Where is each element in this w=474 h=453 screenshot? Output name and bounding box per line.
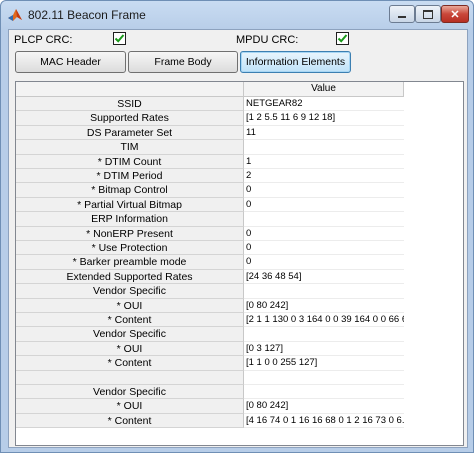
- table-row: [16, 370, 463, 385]
- table-row: * Partial Virtual Bitmap 0: [16, 197, 463, 213]
- mpdu-crc-label: MPDU CRC:: [236, 34, 299, 46]
- value-cell[interactable]: [244, 140, 404, 155]
- table-row: Extended Supported Rates [24 36 48 54]: [16, 269, 463, 285]
- table-row: * DTIM Count 1: [16, 154, 463, 169]
- row-header: Supported Rates: [16, 111, 244, 126]
- row-header: * Partial Virtual Bitmap: [16, 197, 244, 213]
- value-cell[interactable]: [0 80 242]: [244, 299, 404, 313]
- table-row: * OUI [0 3 127]: [16, 341, 463, 357]
- table-row: * Bitmap Control 0: [16, 183, 463, 198]
- tab-frame-body[interactable]: Frame Body: [128, 51, 238, 73]
- close-button[interactable]: ✕: [441, 5, 469, 23]
- value-cell[interactable]: [1 1 0 0 255 127]: [244, 356, 404, 371]
- row-header: * Content: [16, 413, 244, 429]
- window-title: 802.11 Beacon Frame: [28, 8, 146, 22]
- information-elements-table[interactable]: Value SSID NETGEAR82 Supported Rates [1 2 5…: [15, 81, 464, 446]
- value-cell[interactable]: [0 80 242]: [244, 399, 404, 414]
- tab-information-elements[interactable]: Information Elements: [240, 51, 351, 73]
- row-header: Vendor Specific: [16, 385, 244, 400]
- table-row: * Barker preamble mode 0: [16, 255, 463, 270]
- row-header: * Content: [16, 313, 244, 328]
- table-row: ERP Information: [16, 212, 463, 227]
- row-header: TIM: [16, 140, 244, 155]
- checkmark-icon: [114, 34, 125, 43]
- value-cell[interactable]: [244, 371, 404, 385]
- row-header: DS Parameter Set: [16, 125, 244, 141]
- row-header: [16, 370, 244, 385]
- header-corner: [16, 82, 244, 97]
- table-row: Supported Rates [1 2 5.5 11 6 9 12 18]: [16, 111, 463, 126]
- row-header: * Barker preamble mode: [16, 255, 244, 270]
- table-row: Vendor Specific: [16, 284, 463, 299]
- table-row: * OUI [0 80 242]: [16, 399, 463, 414]
- checkmark-icon: [337, 34, 348, 43]
- row-header: Vendor Specific: [16, 284, 244, 299]
- table-row: * Use Protection 0: [16, 241, 463, 256]
- row-header: * Content: [16, 356, 244, 371]
- mpdu-crc-checkbox[interactable]: [336, 32, 349, 45]
- value-column-header[interactable]: Value: [244, 82, 404, 97]
- value-cell[interactable]: 1: [244, 155, 404, 169]
- table-row: * Content [4 16 74 0 1 16 16 68 0 1 2 16 …: [16, 413, 463, 429]
- value-cell[interactable]: NETGEAR82: [244, 97, 404, 112]
- value-cell[interactable]: [4 16 74 0 1 16 16 68 0 1 2 16 73 0 6...: [244, 414, 404, 429]
- maximize-icon: [423, 9, 433, 19]
- value-cell[interactable]: [244, 385, 404, 400]
- row-header: Vendor Specific: [16, 327, 244, 342]
- table-row: * Content [2 1 1 130 0 3 164 0 0 39 164 0…: [16, 313, 463, 328]
- tab-mac-header[interactable]: MAC Header: [15, 51, 126, 73]
- table-row: TIM: [16, 140, 463, 155]
- matlab-icon: [7, 7, 23, 23]
- table-row: Vendor Specific: [16, 327, 463, 342]
- row-header: ERP Information: [16, 212, 244, 227]
- minimize-icon: [398, 16, 406, 18]
- value-cell[interactable]: [0 3 127]: [244, 342, 404, 357]
- value-cell[interactable]: 0: [244, 255, 404, 270]
- value-cell[interactable]: [1 2 5.5 11 6 9 12 18]: [244, 111, 404, 126]
- row-header: Extended Supported Rates: [16, 269, 244, 285]
- row-header: * NonERP Present: [16, 226, 244, 241]
- table-row: * Content [1 1 0 0 255 127]: [16, 356, 463, 371]
- app-window: 802.11 Beacon Frame ✕ PLCP CRC: MPDU CRC…: [0, 0, 474, 453]
- value-cell[interactable]: 0: [244, 183, 404, 198]
- table-row: DS Parameter Set 11: [16, 125, 463, 141]
- client-area: PLCP CRC: MPDU CRC: MAC Header Frame Bod…: [8, 29, 468, 448]
- value-cell[interactable]: 0: [244, 198, 404, 213]
- table-header: Value: [16, 82, 463, 97]
- maximize-button[interactable]: [415, 5, 441, 23]
- table-row: Vendor Specific: [16, 385, 463, 400]
- row-header: * Bitmap Control: [16, 183, 244, 198]
- row-header: * DTIM Period: [16, 169, 244, 184]
- value-cell[interactable]: 2: [244, 169, 404, 184]
- row-header: * OUI: [16, 298, 244, 313]
- row-header: * OUI: [16, 341, 244, 357]
- close-icon: ✕: [450, 8, 460, 21]
- title-bar[interactable]: 802.11 Beacon Frame ✕: [1, 1, 473, 29]
- value-cell[interactable]: [24 36 48 54]: [244, 270, 404, 285]
- value-cell[interactable]: [244, 212, 404, 227]
- table-row: SSID NETGEAR82: [16, 97, 463, 112]
- plcp-crc-label: PLCP CRC:: [14, 34, 73, 46]
- table-row: * NonERP Present 0: [16, 226, 463, 241]
- table-row: * DTIM Period 2: [16, 169, 463, 184]
- value-cell[interactable]: 0: [244, 241, 404, 256]
- row-header: * DTIM Count: [16, 154, 244, 169]
- table-row: * OUI [0 80 242]: [16, 298, 463, 313]
- row-header: * OUI: [16, 399, 244, 414]
- row-header: * Use Protection: [16, 241, 244, 256]
- plcp-crc-checkbox[interactable]: [113, 32, 126, 45]
- value-cell[interactable]: [244, 284, 404, 299]
- value-cell[interactable]: 11: [244, 126, 404, 141]
- value-cell[interactable]: 0: [244, 227, 404, 241]
- value-cell[interactable]: [244, 327, 404, 342]
- row-header: SSID: [16, 97, 244, 112]
- value-cell[interactable]: [2 1 1 130 0 3 164 0 0 39 164 0 0 66 6..…: [244, 313, 404, 328]
- minimize-button[interactable]: [389, 5, 415, 23]
